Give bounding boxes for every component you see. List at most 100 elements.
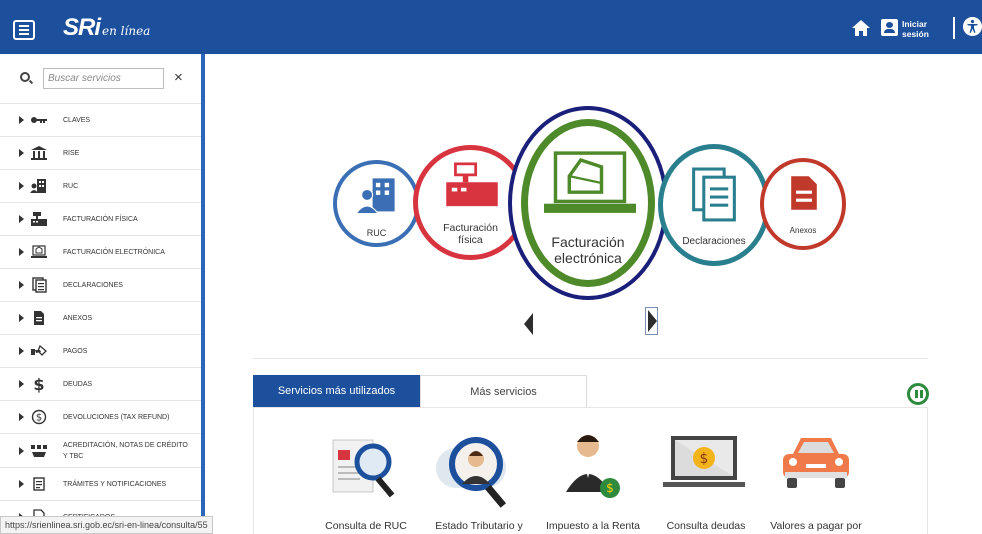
sidebar-item-label: ACREDITACIÓN, NOTAS DE CRÉDITO Y TBC — [63, 441, 188, 460]
sidebar-item-deudas[interactable]: $ DEUDAS — [0, 368, 201, 401]
person-magnifier-icon — [436, 437, 507, 508]
top-header: SRi en línea Iniciar sesión — [0, 0, 982, 54]
carousel-label-declaraciones: Declaraciones — [682, 236, 746, 247]
header-divider — [953, 17, 955, 39]
carousel-item-declaraciones[interactable]: Declaraciones — [658, 144, 770, 266]
section-divider — [253, 358, 928, 359]
notification-doc-icon — [33, 477, 45, 491]
caret-right-icon — [19, 480, 24, 488]
caret-right-icon — [19, 413, 24, 421]
sidebar-item-rise[interactable]: RISE — [0, 137, 201, 170]
carousel-item-anexos[interactable]: Anexos — [760, 158, 846, 250]
sidebar-item-label: ANEXOS — [63, 314, 93, 322]
sidebar-item-label: CLAVES — [63, 116, 91, 124]
services-sidebar: × CLAVES RISE RUC FACTURACIÓN FÍSICA — [0, 54, 205, 534]
dollar-icon: $ — [33, 374, 45, 394]
carousel-item-facturacion-electronica[interactable]: Facturación electrónica — [508, 106, 668, 300]
service-impuesto-renta[interactable]: $ Impuesto a la Renta — [538, 408, 648, 534]
sidebar-item-pagos[interactable]: PAGOS — [0, 335, 201, 368]
key-icon — [31, 117, 47, 123]
caret-right-icon — [19, 314, 24, 322]
sidebar-item-label: DECLARACIONES — [63, 281, 123, 289]
sri-logo[interactable]: SRi en línea — [63, 14, 150, 42]
logo-main-text: SRi — [63, 14, 101, 41]
label-line1: Facturación — [551, 234, 625, 250]
service-estado-tributario[interactable]: Estado Tributario y — [424, 408, 534, 534]
sidebar-item-label: RISE — [63, 149, 80, 157]
sidebar-item-declaraciones[interactable]: DECLARACIONES — [0, 269, 201, 302]
close-icon[interactable]: × — [174, 70, 183, 86]
sidebar-item-label: DEUDAS — [63, 380, 93, 388]
car-icon — [783, 438, 849, 488]
sri-page: SRien línea Iniciar sesión × CLAVES — [0, 0, 982, 534]
hamburger-menu-icon[interactable] — [13, 20, 35, 40]
laptop-invoice-icon — [31, 245, 47, 258]
sidebar-item-tramites[interactable]: TRÁMITES Y NOTIFICACIONES — [0, 468, 201, 501]
service-label: Impuesto a la Renta — [546, 520, 640, 532]
tab-servicios-mas-utilizados[interactable]: Servicios más utilizados — [253, 375, 420, 407]
caret-right-icon — [19, 380, 24, 388]
sidebar-item-label: PAGOS — [63, 347, 88, 355]
laptop-dollar-icon: $ — [663, 436, 745, 487]
sidebar-item-label: FACTURACIÓN FÍSICA — [63, 215, 138, 223]
sidebar-item-label: TRÁMITES Y NOTIFICACIONES — [63, 480, 167, 488]
sidebar-item-claves[interactable]: CLAVES — [0, 104, 201, 137]
user-card-icon[interactable] — [881, 19, 898, 36]
sidebar-item-anexos[interactable]: ANEXOS — [0, 302, 201, 335]
carousel-label-ruc: RUC — [366, 228, 387, 238]
svg-text:$: $ — [36, 413, 42, 424]
sidebar-search: × — [0, 54, 201, 104]
carousel-label-anexos: Anexos — [789, 226, 817, 235]
carousel-next-icon[interactable] — [645, 307, 658, 335]
search-document-icon — [332, 439, 395, 498]
sidebar-item-acreditacion[interactable]: ACREDITACIÓN, NOTAS DE CRÉDITO Y TBC — [0, 434, 201, 468]
dollar-circle-icon: $ — [31, 409, 47, 425]
building-columns-icon — [31, 146, 47, 160]
service-consulta-ruc[interactable]: Consulta de RUC — [311, 408, 421, 534]
sidebar-item-label: DEVOLUCIONES (TAX REFUND) — [63, 413, 170, 421]
file-icon — [791, 176, 817, 210]
carousel-label-facturacion-fisica: Facturación física — [418, 222, 523, 246]
cash-register-icon — [446, 162, 498, 207]
service-valores-pagar[interactable]: Valores a pagar por — [761, 408, 871, 534]
tab-mas-servicios[interactable]: Más servicios — [420, 375, 587, 407]
caret-right-icon — [19, 347, 24, 355]
service-consulta-deudas[interactable]: $ Consulta deudas — [651, 408, 761, 534]
label-line1: Facturación — [443, 222, 498, 234]
service-label: Valores a pagar por — [770, 520, 862, 532]
sidebar-nav: CLAVES RISE RUC FACTURACIÓN FÍSICA FACTU — [0, 104, 201, 534]
login-link[interactable]: Iniciar sesión — [902, 19, 938, 39]
caret-right-icon — [19, 446, 24, 455]
cash-register-icon — [31, 212, 47, 226]
login-line2: sesión — [902, 29, 929, 39]
sidebar-item-label: FACTURACIÓN ELECTRÓNICA — [63, 248, 165, 256]
status-bar-url: https://srienlinea.sri.gob.ec/sri-en-lin… — [0, 516, 213, 534]
sidebar-item-facturacion-fisica[interactable]: FACTURACIÓN FÍSICA — [0, 203, 201, 236]
login-line1: Iniciar — [902, 19, 928, 29]
sidebar-item-ruc[interactable]: RUC — [0, 170, 201, 203]
person-money-icon: $ — [566, 435, 620, 498]
carousel-prev-icon[interactable] — [524, 313, 533, 335]
carousel-label-facturacion-electronica: Facturación electrónica — [512, 234, 664, 266]
caret-right-icon — [19, 149, 24, 157]
search-input[interactable] — [43, 68, 164, 89]
home-icon[interactable] — [851, 19, 871, 37]
sidebar-item-label: RUC — [63, 182, 79, 190]
services-panel: Consulta de RUC Estado Tributario y $ Im… — [253, 407, 928, 534]
service-label: Consulta deudas — [666, 520, 746, 532]
sidebar-item-facturacion-electronica[interactable]: FACTURACIÓN ELECTRÓNICA — [0, 236, 201, 269]
caret-right-icon — [19, 248, 24, 256]
carousel-item-ruc[interactable]: RUC — [333, 160, 420, 247]
building-user-icon — [355, 178, 395, 215]
service-label: Estado Tributario y — [435, 520, 523, 532]
accessibility-icon[interactable] — [963, 17, 982, 36]
search-icon — [20, 72, 30, 82]
credit-notes-icon — [31, 444, 47, 457]
caret-right-icon — [19, 116, 24, 124]
label-line2: física — [458, 234, 483, 246]
label-line2: electrónica — [554, 250, 622, 266]
svg-text:$: $ — [700, 451, 709, 467]
file-icon — [34, 311, 44, 325]
pause-icon[interactable] — [907, 383, 929, 405]
sidebar-item-devoluciones[interactable]: $ DEVOLUCIONES (TAX REFUND) — [0, 401, 201, 434]
